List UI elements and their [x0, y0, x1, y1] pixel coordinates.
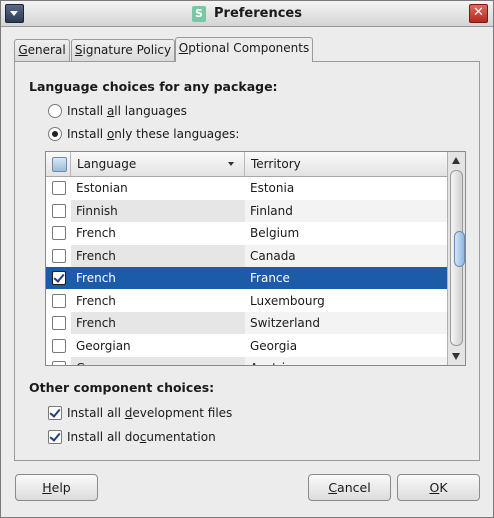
- column-header-territory[interactable]: Territory: [245, 152, 447, 176]
- cell-language: French: [76, 293, 116, 308]
- scrollbar-track[interactable]: [450, 170, 465, 346]
- column-header-territory-label: Territory: [251, 157, 301, 171]
- radio-label: Install only these languages:: [67, 127, 240, 141]
- row-checkbox[interactable]: [52, 203, 66, 218]
- checkbox-label: Install all documentation: [67, 430, 216, 444]
- table-row[interactable]: Finnish Finland: [46, 199, 447, 222]
- cell-language: French: [71, 244, 245, 267]
- table-row[interactable]: German Austria: [46, 357, 447, 365]
- column-header-language[interactable]: Language: [71, 152, 245, 176]
- table-row[interactable]: Georgian Georgia: [46, 335, 447, 357]
- row-checkbox[interactable]: [52, 226, 66, 240]
- table-row[interactable]: Estonian Estonia: [46, 177, 447, 199]
- scrollbar-thumb[interactable]: [454, 231, 465, 267]
- preferences-window: S Preferences ✕ General Signature Policy …: [0, 0, 494, 518]
- column-header-language-label: Language: [77, 157, 137, 171]
- radio-button[interactable]: [48, 104, 62, 118]
- cell-territory: France: [245, 267, 447, 289]
- table-row[interactable]: French Canada: [46, 244, 447, 267]
- cell-language: Georgian: [76, 338, 131, 353]
- row-checkbox[interactable]: [52, 293, 66, 308]
- cell-language: Finnish: [71, 199, 245, 222]
- cancel-button[interactable]: Cancel: [308, 474, 391, 501]
- row-checkbox[interactable]: [52, 181, 66, 195]
- ok-button[interactable]: OK: [397, 474, 480, 501]
- table-row[interactable]: French Luxembourg: [46, 290, 447, 312]
- scroll-up-arrow-icon[interactable]: [452, 157, 460, 164]
- table-row-selected[interactable]: French France: [46, 267, 447, 289]
- row-checkbox[interactable]: [52, 271, 66, 285]
- radio-button[interactable]: [48, 127, 62, 141]
- language-list[interactable]: Language Territory Estonian Estonia Finn…: [45, 151, 466, 366]
- checkbox-label: Install all development files: [67, 406, 233, 420]
- language-section-heading: Language choices for any package:: [29, 79, 278, 94]
- help-button[interactable]: Help: [15, 474, 98, 501]
- cell-territory: Estonia: [250, 181, 295, 195]
- radio-install-all-languages[interactable]: Install all languages: [48, 102, 248, 120]
- cell-territory: Belgium: [250, 226, 300, 240]
- vertical-scrollbar[interactable]: [447, 152, 465, 365]
- close-icon[interactable]: ✕: [469, 4, 488, 23]
- row-checkbox[interactable]: [52, 338, 66, 353]
- cell-territory: Switzerland: [245, 312, 447, 334]
- tab-signature-policy[interactable]: Signature Policy: [71, 39, 175, 61]
- list-header: Language Territory: [46, 152, 447, 177]
- cell-territory: Finland: [245, 199, 447, 222]
- table-row[interactable]: French Switzerland: [46, 312, 447, 334]
- cell-territory: Georgia: [250, 338, 298, 353]
- row-checkbox[interactable]: [52, 361, 66, 365]
- check-install-development-files[interactable]: Install all development files: [48, 404, 288, 422]
- radio-label: Install all languages: [67, 104, 187, 118]
- tab-optional-components[interactable]: Optional Components: [175, 37, 313, 62]
- other-section-heading: Other component choices:: [29, 380, 215, 395]
- checkbox[interactable]: [48, 406, 62, 420]
- radio-install-only-these-languages[interactable]: Install only these languages:: [48, 125, 268, 143]
- cell-language: Estonian: [76, 181, 128, 195]
- row-checkbox[interactable]: [52, 316, 66, 330]
- header-select-all[interactable]: [46, 152, 71, 176]
- cell-territory: Austria: [245, 357, 447, 365]
- app-icon: S: [192, 5, 206, 22]
- tab-general[interactable]: General: [14, 39, 70, 61]
- title-wrap: S Preferences: [1, 1, 493, 26]
- cell-territory: Canada: [245, 244, 447, 267]
- title-bar[interactable]: S Preferences ✕: [1, 1, 493, 27]
- table-row[interactable]: French Belgium: [46, 222, 447, 244]
- row-checkbox[interactable]: [52, 248, 66, 263]
- cell-language: German: [71, 357, 245, 365]
- window-title: Preferences: [214, 6, 302, 21]
- select-all-checkbox-icon[interactable]: [52, 157, 67, 172]
- check-install-documentation[interactable]: Install all documentation: [48, 428, 288, 446]
- cell-language: French: [71, 267, 245, 289]
- cell-territory: Luxembourg: [250, 293, 325, 308]
- scroll-down-arrow-icon[interactable]: [452, 353, 460, 360]
- cell-language: French: [71, 312, 245, 334]
- cell-language: French: [76, 226, 116, 240]
- checkbox[interactable]: [48, 430, 62, 444]
